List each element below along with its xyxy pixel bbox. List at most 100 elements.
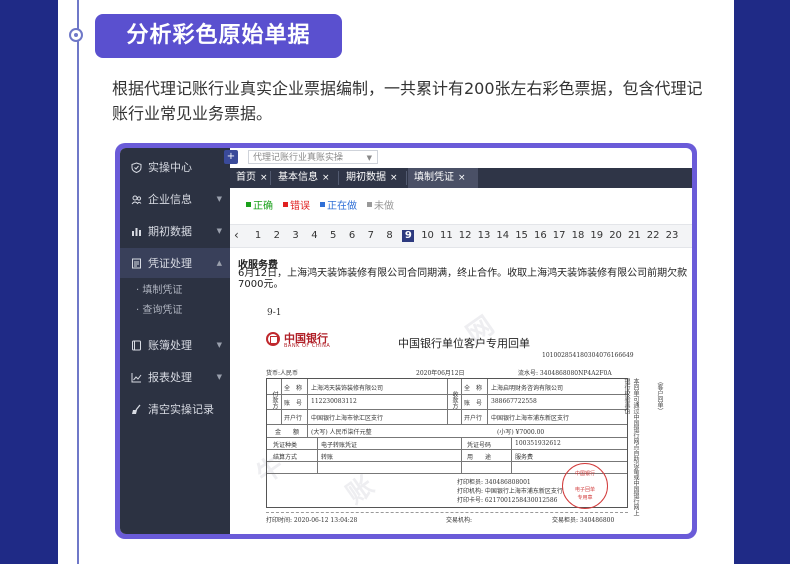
tab-separator xyxy=(270,171,271,185)
sidebar-item-label: 期初数据 xyxy=(148,225,192,238)
collapse-sidebar-button[interactable]: + xyxy=(224,150,238,164)
pager-number[interactable]: 6 xyxy=(346,230,358,242)
broom-icon xyxy=(130,403,142,415)
voucher-no: 100351932612 xyxy=(515,440,561,447)
payer-account-label: 账 号 xyxy=(284,400,303,407)
screenshot-frame: 实操中心 企业信息 ▼ 期初数据 ▼ 凭证处理 ▲ · 填制凭证 · 查询凭证 … xyxy=(115,143,697,539)
sidebar-item-ledger[interactable]: 账簿处理 ▼ xyxy=(120,330,230,360)
sidebar-item-label: 账簿处理 xyxy=(148,339,192,352)
payer-name: 上海鸿天装饰装修有限公司 xyxy=(311,385,384,392)
pager-number[interactable]: 17 xyxy=(553,230,566,242)
tab-basic-info[interactable]: 基本信息 × xyxy=(272,168,330,188)
tab-label: 首页 xyxy=(236,172,256,183)
legend-correct: 正确 xyxy=(246,196,273,212)
pager-number[interactable]: 11 xyxy=(440,230,453,242)
pager-number[interactable]: 8 xyxy=(384,230,396,242)
payer-bank-label: 开户行 xyxy=(284,415,303,422)
legend-label: 未做 xyxy=(374,200,394,212)
app-window: 实操中心 企业信息 ▼ 期初数据 ▼ 凭证处理 ▲ · 填制凭证 · 查询凭证 … xyxy=(120,148,692,534)
status-legend: 正确 错误 正在做 未做 xyxy=(246,196,394,212)
close-icon[interactable]: × xyxy=(260,173,268,183)
tab-opening-data[interactable]: 期初数据 × xyxy=(340,168,398,188)
pager-number[interactable]: 16 xyxy=(534,230,547,242)
payee-bank: 中国银行上海市浦东新区支行 xyxy=(491,415,570,422)
sidebar-item-reports[interactable]: 报表处理 ▼ xyxy=(120,362,230,392)
pager-number[interactable]: 22 xyxy=(647,230,660,242)
close-icon[interactable]: × xyxy=(458,173,466,183)
bank-receipt-image: 牛 账 网 9-1 中国银行 BANK OF CHINA 中国银行单位客户专用回… xyxy=(246,300,688,530)
receipt-number: 9-1 xyxy=(267,308,282,318)
sidebar-item-opening-data[interactable]: 期初数据 ▼ xyxy=(120,216,230,246)
amount-upper: (大写) 人民币柒仟元整 xyxy=(311,429,372,436)
receipt-title: 中国银行单位客户专用回单 xyxy=(398,337,530,350)
amount-label: 金 额 xyxy=(275,429,300,436)
payer-label: 付款方 xyxy=(271,391,278,409)
voucher-type: 电子转账凭证 xyxy=(321,442,358,449)
stamp-top-text: 中国银行 xyxy=(574,471,595,477)
pager-number[interactable]: 3 xyxy=(290,230,302,242)
line-chart-icon xyxy=(130,371,142,383)
payer-bank: 中国银行上海市徐汇区支行 xyxy=(311,415,384,422)
pager-number[interactable]: 13 xyxy=(478,230,491,242)
tab-fill-voucher[interactable]: 填制凭证 × xyxy=(408,168,478,188)
sidebar-item-label: 企业信息 xyxy=(148,193,192,206)
pager-number[interactable]: 19 xyxy=(590,230,603,242)
trade-org: 交易机构: xyxy=(446,517,473,524)
book-icon xyxy=(130,339,142,351)
shield-icon xyxy=(130,161,142,173)
payee-account: 388667722558 xyxy=(491,398,537,405)
print-time: 打印时间: 2020-06-12 13:04:28 xyxy=(266,517,358,524)
sidebar-subitem-fill-voucher[interactable]: · 填制凭证 xyxy=(136,281,226,301)
trade-teller: 交易柜员: 340486800 xyxy=(552,517,615,524)
pager-number[interactable]: 4 xyxy=(308,230,320,242)
subitem-label: 填制凭证 xyxy=(142,285,183,296)
pager-number[interactable]: 7 xyxy=(365,230,377,242)
sidebar-item-voucher[interactable]: 凭证处理 ▲ xyxy=(120,248,230,278)
tab-separator xyxy=(406,171,407,185)
pager-number[interactable]: 18 xyxy=(572,230,585,242)
payer-account: 112230083112 xyxy=(311,398,357,405)
pager-number[interactable]: 5 xyxy=(327,230,339,242)
tab-home[interactable]: 首页 × xyxy=(230,168,268,188)
sidebar-item-label: 实操中心 xyxy=(148,161,192,174)
pager-number[interactable]: 10 xyxy=(421,230,434,242)
legend-square-icon xyxy=(246,201,251,207)
document-icon xyxy=(130,257,142,269)
close-icon[interactable]: × xyxy=(322,173,330,183)
tab-label: 期初数据 xyxy=(346,172,386,183)
settle-method: 转账 xyxy=(321,454,334,461)
payee-name: 上海启明财务咨询有限公司 xyxy=(491,385,564,392)
chevron-up-icon: ▲ xyxy=(216,259,222,267)
legend-square-icon xyxy=(283,201,288,207)
sidebar-item-company-info[interactable]: 企业信息 ▼ xyxy=(120,184,230,214)
bank-name-en: BANK OF CHINA xyxy=(284,343,331,349)
tab-bar: 首页 × 基本信息 × 期初数据 × 填制凭证 × xyxy=(230,168,692,188)
payee-bank-label: 开户行 xyxy=(464,415,483,422)
sidebar-item-practice-center[interactable]: 实操中心 xyxy=(120,152,230,182)
use-label: 用 途 xyxy=(467,454,492,461)
currency: 货币:人民币 xyxy=(266,370,299,377)
task-description: 6月12日，上海鸿天装饰装修有限公司合同期满，终止合作。收取上海鸿天装饰装修有限… xyxy=(238,268,688,290)
course-select[interactable]: 代理记账行业真账实操 ▼ xyxy=(248,150,378,164)
chevron-down-icon: ▼ xyxy=(216,341,222,349)
settle-label: 结算方式 xyxy=(273,454,298,461)
pager-number[interactable]: 12 xyxy=(459,230,472,242)
pager-number[interactable]: 20 xyxy=(609,230,622,242)
sidebar-subitem-query-voucher[interactable]: · 查询凭证 xyxy=(136,301,226,321)
sidebar-item-clear-records[interactable]: 清空实操记录 xyxy=(120,394,230,424)
pager-number[interactable]: 1 xyxy=(252,230,264,242)
subitem-label: 查询凭证 xyxy=(142,305,183,316)
legend-not-done: 未做 xyxy=(367,196,394,212)
payee-name-label: 全 称 xyxy=(464,385,483,392)
pager-number[interactable]: 2 xyxy=(271,230,283,242)
chevron-left-icon[interactable]: ‹ xyxy=(234,228,239,242)
side-note-verify: 本回单可通过中国银行网点自助设备或中国银行网上银行校验真伪 xyxy=(623,378,639,516)
close-icon[interactable]: × xyxy=(390,173,398,183)
pager-number[interactable]: 15 xyxy=(515,230,528,242)
pager-number[interactable]: 14 xyxy=(496,230,509,242)
pager-number[interactable]: 9 xyxy=(402,230,415,242)
pager-number[interactable]: 21 xyxy=(628,230,641,242)
course-select-value: 代理记账行业真账实操 xyxy=(253,153,344,163)
pager-number[interactable]: 23 xyxy=(666,230,679,242)
voucher-type-label: 凭证种类 xyxy=(273,442,298,449)
